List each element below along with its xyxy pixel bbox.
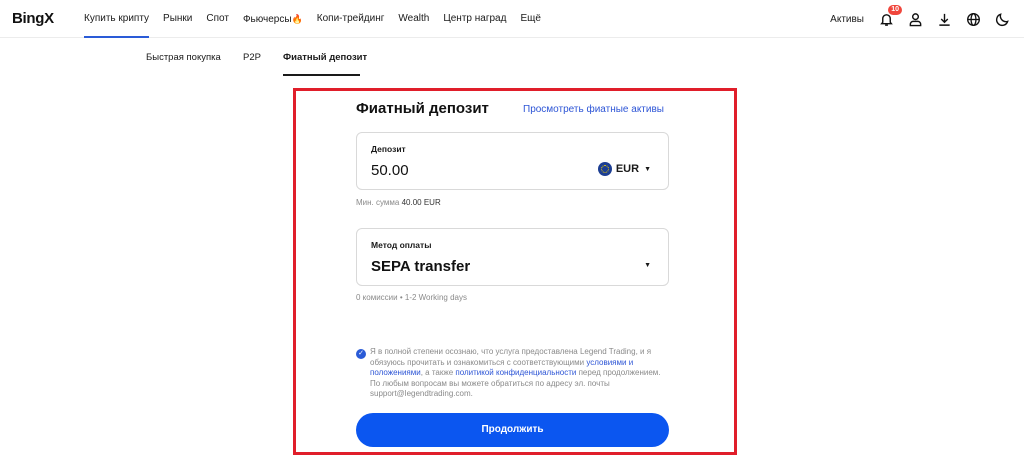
nav-rewards-center[interactable]: Центр наград: [443, 0, 506, 38]
notification-badge: 10: [888, 5, 902, 15]
consent-text: Я в полной степени осознаю, что услуга п…: [370, 347, 670, 400]
min-sum-hint: Мин. сумма 40.00 EUR: [356, 198, 441, 207]
privacy-policy-link[interactable]: политикой конфиденциальности: [455, 368, 576, 377]
nav-label: Спот: [206, 13, 229, 24]
currency-selector[interactable]: EUR ▼: [597, 162, 651, 176]
buy-crypto-subtabs: Быстрая покупка P2P Фиатный депозит: [0, 38, 1024, 76]
nav-markets[interactable]: Рынки: [163, 0, 192, 38]
nav-buy-crypto[interactable]: Купить крипту: [84, 0, 150, 38]
active-tab-indicator: [283, 74, 360, 76]
download-icon[interactable]: [936, 11, 952, 27]
bell-icon[interactable]: 10: [878, 5, 902, 27]
nav-label: Центр наград: [443, 13, 507, 24]
globe-icon[interactable]: [965, 11, 981, 27]
min-sum-value: 40.00 EUR: [401, 198, 441, 207]
assets-link[interactable]: Активы: [830, 14, 864, 25]
payment-method-value: SEPA transfer: [371, 258, 471, 275]
nav-label: Фьючерсы: [242, 14, 292, 25]
consent-text-part: , а также: [420, 368, 456, 377]
nav-label: Купить крипту: [84, 13, 150, 24]
payment-hint: 0 комиссии • 1-2 Working days: [356, 293, 467, 302]
form-title: Фиатный депозит: [356, 100, 489, 117]
nav-copy-trading[interactable]: Копи-трейдинг: [317, 0, 385, 38]
deposit-label: Депозит: [371, 144, 406, 154]
eu-flag-icon: [597, 162, 612, 176]
top-navbar: BingX Купить крипту Рынки Спот Фьючерсы🔥…: [0, 0, 1024, 38]
tab-fiat-deposit[interactable]: Фиатный депозит: [283, 52, 367, 63]
min-sum-label: Мин. сумма: [356, 198, 400, 207]
nav-label: Рынки: [163, 13, 193, 24]
nav-label: Ещё: [520, 13, 541, 24]
deposit-amount-input[interactable]: 50.00: [371, 162, 409, 179]
tab-p2p[interactable]: P2P: [243, 52, 261, 63]
nav-more[interactable]: Ещё: [520, 0, 540, 38]
payment-method-select[interactable]: Метод оплаты SEPA transfer ▼: [356, 228, 669, 286]
currency-code: EUR: [615, 163, 640, 175]
continue-button[interactable]: Продолжить: [356, 413, 669, 447]
deposit-amount-field[interactable]: Депозит 50.00 EUR ▼: [356, 132, 669, 190]
moon-icon[interactable]: [994, 11, 1010, 27]
fire-icon: 🔥: [291, 14, 303, 24]
user-icon[interactable]: [907, 11, 923, 27]
caret-down-icon: ▼: [644, 262, 651, 269]
payment-method-label: Метод оплаты: [371, 240, 432, 250]
nav-spot[interactable]: Спот: [206, 0, 229, 38]
nav-label: Копи-трейдинг: [316, 13, 385, 24]
main-nav: Купить крипту Рынки Спот Фьючерсы🔥 Копи-…: [84, 0, 555, 38]
nav-right-actions: Активы 10: [830, 0, 1010, 38]
caret-down-icon: ▼: [644, 165, 651, 173]
nav-futures[interactable]: Фьючерсы🔥: [243, 0, 303, 38]
nav-label: Wealth: [398, 13, 430, 24]
nav-wealth[interactable]: Wealth: [398, 0, 429, 38]
view-fiat-assets-link[interactable]: Просмотреть фиатные активы: [523, 104, 664, 115]
bingx-logo[interactable]: BingX: [12, 10, 54, 27]
tab-quick-buy[interactable]: Быстрая покупка: [146, 52, 221, 63]
consent-checkbox[interactable]: ✓: [356, 349, 366, 359]
